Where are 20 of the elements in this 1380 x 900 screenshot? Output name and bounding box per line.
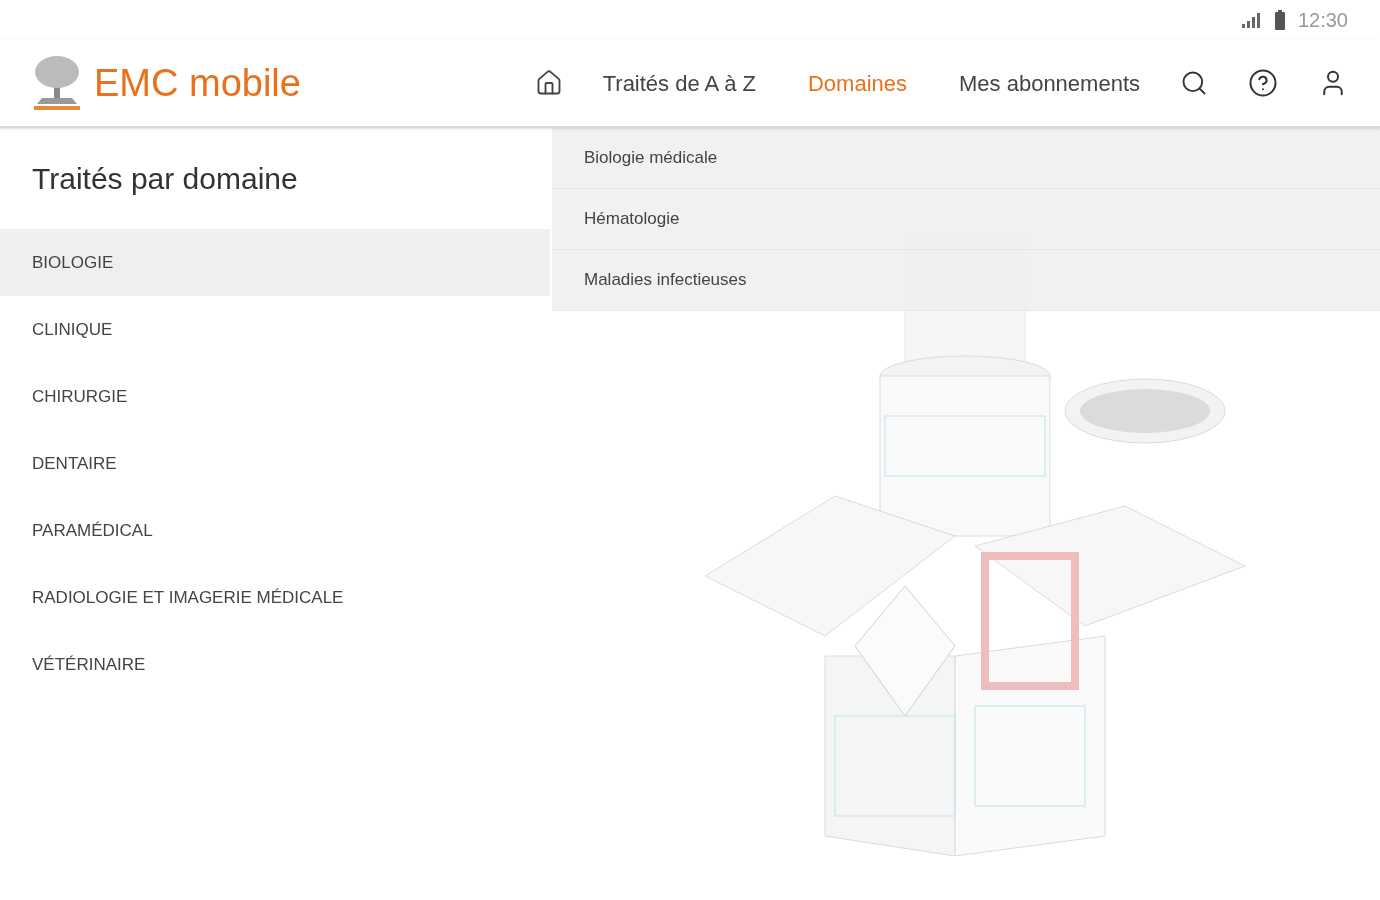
domain-item[interactable]: CHIRURGIE <box>0 363 550 430</box>
help-icon[interactable] <box>1248 68 1278 98</box>
domain-item[interactable]: BIOLOGIE <box>0 229 550 296</box>
nav-tab[interactable]: Mes abonnements <box>959 66 1140 100</box>
subdomain-item[interactable]: Biologie médicale <box>552 128 1380 189</box>
sidebar-title: Traités par domaine <box>31 161 299 197</box>
nav-tab[interactable]: Traités de A à Z <box>602 66 756 100</box>
subdomain-item[interactable]: Maladies infectieuses <box>552 250 1380 311</box>
subdomain-item[interactable]: Hématologie <box>552 189 1380 250</box>
domain-item[interactable]: PARAMÉDICAL <box>0 497 550 564</box>
domain-item[interactable]: CLINIQUE <box>0 296 550 363</box>
battery-icon <box>1273 10 1286 30</box>
domain-item[interactable]: VÉTÉRINAIRE <box>0 631 550 698</box>
domain-item[interactable]: RADIOLOGIE ET IMAGERIE MÉDICALE <box>0 564 550 631</box>
signal-icon <box>1239 12 1262 28</box>
logo-icon <box>32 54 82 112</box>
app-title: EMC mobile <box>94 60 301 106</box>
domain-item[interactable]: DENTAIRE <box>0 430 550 497</box>
search-icon[interactable] <box>1180 69 1208 97</box>
status-time: 12:30 <box>1297 8 1348 33</box>
